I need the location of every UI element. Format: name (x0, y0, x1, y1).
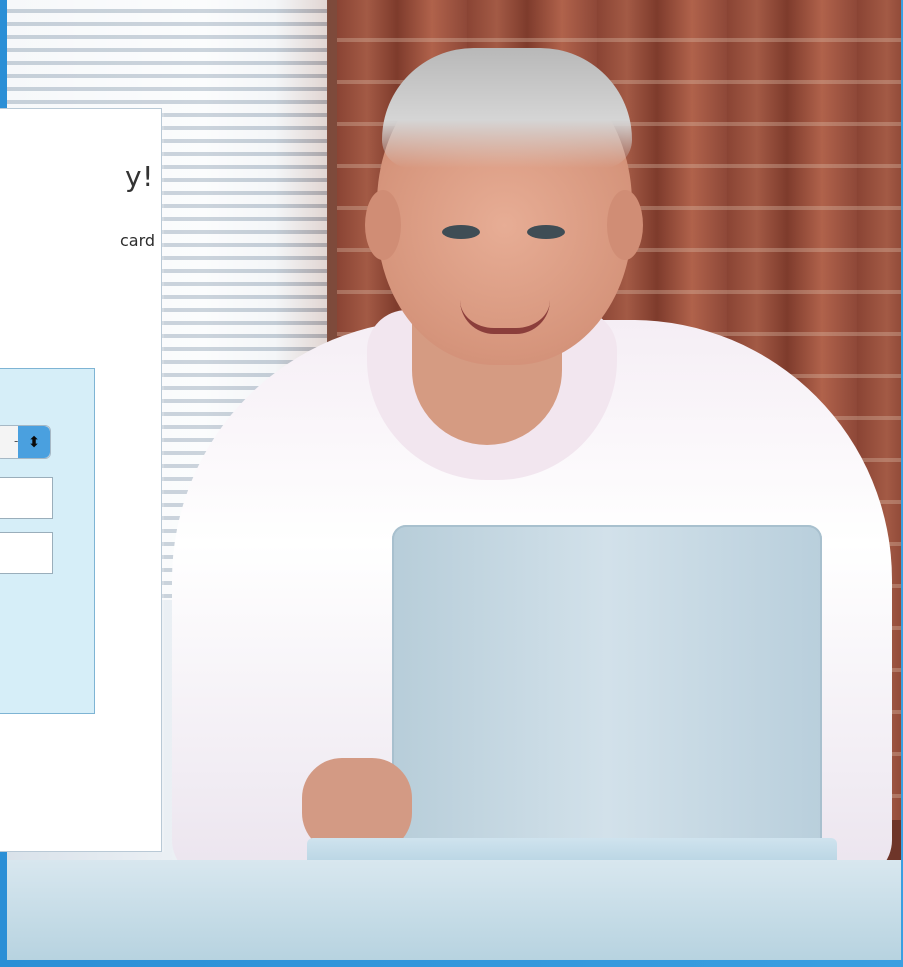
person-left-ear (365, 190, 401, 260)
desk-surface (7, 860, 901, 960)
text-input-2[interactable] (0, 532, 53, 574)
card-subtext: card (120, 231, 156, 250)
person-left-eye (442, 225, 480, 239)
person-right-ear (607, 190, 643, 260)
up-down-arrow-icon[interactable]: ⬍ (18, 426, 50, 458)
person-hair (382, 48, 632, 168)
card-headline: y! (125, 160, 154, 193)
person-right-eye (527, 225, 565, 239)
page: y! card - ⬍ (0, 0, 903, 967)
laptop-screen (392, 525, 822, 875)
select-dropdown[interactable]: - ⬍ (0, 425, 51, 459)
text-input-1[interactable] (0, 477, 53, 519)
